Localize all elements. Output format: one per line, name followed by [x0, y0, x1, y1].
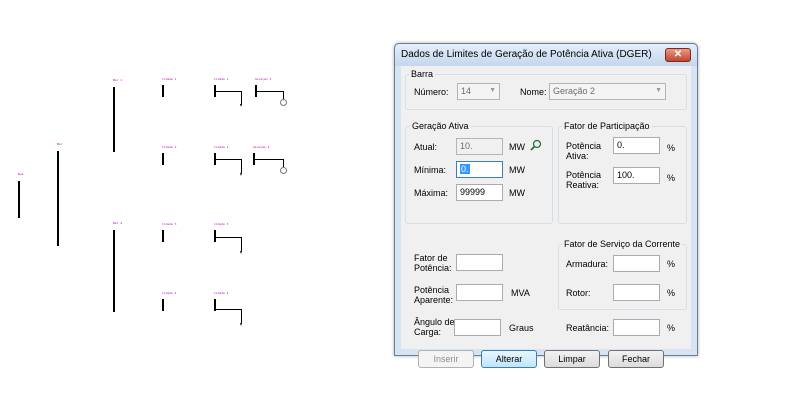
potencia-aparente-unit: MVA: [511, 288, 530, 298]
bus-bar[interactable]: [162, 153, 164, 165]
fator-participacao-legend: Fator de Participação: [562, 121, 652, 131]
atual-field: 10.: [456, 138, 503, 155]
generator-line: [255, 159, 283, 160]
bus-label: Bar 1: [113, 78, 123, 82]
limpar-button[interactable]: Limpar: [544, 350, 600, 368]
atual-unit: MW: [509, 142, 525, 152]
load-line: [216, 309, 242, 310]
close-icon[interactable]: ✕: [665, 48, 691, 62]
armadura-label: Armadura:: [566, 259, 609, 269]
numero-select[interactable]: 14 ▼: [457, 83, 500, 100]
load-line: [241, 309, 242, 323]
barra-legend: Barra: [409, 69, 436, 79]
bus-label: Cidade 3: [214, 222, 229, 226]
bus-label: Cidade 4: [214, 291, 229, 295]
fator-potencia-label: Fator de Potência:: [414, 253, 452, 273]
alterar-button[interactable]: Alterar: [481, 350, 537, 368]
geracao-ativa-legend: Geração Ativa: [410, 121, 471, 131]
minima-field[interactable]: 0.: [456, 161, 503, 178]
inserir-button[interactable]: Inserir: [418, 350, 474, 368]
bus-label: Bus: [18, 172, 24, 176]
bus-bar[interactable]: [162, 230, 164, 242]
load-arrow-icon: [240, 104, 242, 107]
load-line: [241, 91, 242, 105]
one-line-diagram[interactable]: Bus Bar Bar 1 Bar 4 Cidade 1 Cidade 2 Ci…: [0, 0, 390, 400]
search-icon[interactable]: [530, 139, 542, 151]
maxima-unit: MW: [509, 188, 525, 198]
bus-label: Cidade 2: [214, 145, 229, 149]
minima-label: Mínima:: [414, 165, 447, 175]
bus-label: Cidade 2: [162, 145, 177, 149]
generator-circle-icon[interactable]: [280, 167, 287, 174]
minima-unit: MW: [509, 165, 525, 175]
load-arrow-icon: [240, 323, 242, 326]
chevron-down-icon: ▼: [655, 87, 662, 94]
dialog-title: Dados de Limites de Geração de Potência …: [401, 49, 652, 60]
load-arrow-icon: [240, 173, 242, 176]
potencia-ativa-field[interactable]: 0.: [613, 137, 660, 154]
bus-label: Cidade 4: [162, 291, 177, 295]
potencia-aparente-field[interactable]: [456, 284, 503, 301]
nome-label: Nome:: [520, 87, 547, 97]
generator-circle-icon[interactable]: [280, 99, 287, 106]
generator-line: [257, 91, 283, 92]
dger-dialog: Dados de Limites de Geração de Potência …: [394, 43, 698, 368]
atual-label: Atual:: [414, 142, 438, 152]
bus-label: Geração 2: [253, 145, 270, 149]
nome-select[interactable]: Geração 2 ▼: [549, 83, 666, 100]
angulo-carga-field[interactable]: [454, 319, 501, 336]
bus-label: Cidade 1: [214, 77, 229, 81]
maxima-label: Máxima:: [414, 188, 449, 198]
numero-label: Número:: [414, 87, 449, 97]
bus-label: Bar: [57, 142, 63, 146]
potencia-reativa-label: Potência Reativa:: [566, 170, 602, 190]
bus-bar[interactable]: [57, 151, 59, 246]
rotor-label: Rotor:: [566, 288, 591, 298]
bus-bar[interactable]: [162, 299, 164, 311]
load-line: [216, 91, 242, 92]
potencia-reativa-unit: %: [667, 173, 676, 183]
potencia-reativa-field[interactable]: 100.: [613, 167, 660, 184]
nome-value: Geração 2: [553, 86, 596, 96]
armadura-unit: %: [667, 259, 676, 269]
fator-servico-legend: Fator de Serviço da Corrente: [562, 239, 683, 249]
load-line: [241, 159, 242, 173]
bus-label: Cidade 3: [162, 222, 177, 226]
bus-bar[interactable]: [162, 85, 164, 97]
bus-bar[interactable]: [113, 230, 115, 312]
angulo-carga-label: Ângulo de Carga:: [414, 317, 455, 337]
fator-potencia-field[interactable]: [456, 254, 503, 271]
bus-bar[interactable]: [113, 87, 115, 152]
potencia-ativa-unit: %: [667, 143, 676, 153]
bus-label: Geração 1: [255, 77, 272, 81]
rotor-field[interactable]: [613, 284, 660, 301]
armadura-field[interactable]: [613, 255, 660, 272]
potencia-aparente-label: Potência Aparente:: [414, 285, 454, 305]
generator-line: [283, 91, 284, 99]
load-line: [216, 159, 242, 160]
fechar-button[interactable]: Fechar: [608, 350, 664, 368]
dialog-titlebar[interactable]: Dados de Limites de Geração de Potência …: [395, 44, 697, 66]
minima-value: 0.: [460, 164, 470, 174]
reatancia-field[interactable]: [613, 319, 660, 336]
dialog-client-area: Barra Número: 14 ▼ Nome: Geração 2 ▼ Ger…: [401, 66, 691, 368]
bus-bar[interactable]: [18, 181, 20, 218]
angulo-carga-unit: Graus: [509, 323, 534, 333]
generator-line: [283, 159, 284, 167]
chevron-down-icon: ▼: [489, 87, 496, 94]
load-arrow-icon: [240, 251, 242, 254]
maxima-field[interactable]: 99999: [456, 184, 503, 201]
reatancia-label: Reatância:: [566, 323, 610, 333]
bus-label: Cidade 1: [162, 77, 177, 81]
bus-bar[interactable]: [214, 230, 216, 242]
reatancia-unit: %: [667, 323, 676, 333]
bus-label: Bar 4: [113, 221, 123, 225]
load-line: [216, 237, 242, 238]
potencia-ativa-label: Potência Ativa:: [566, 141, 602, 161]
rotor-unit: %: [667, 288, 676, 298]
load-line: [241, 237, 242, 251]
numero-value: 14: [461, 86, 472, 96]
